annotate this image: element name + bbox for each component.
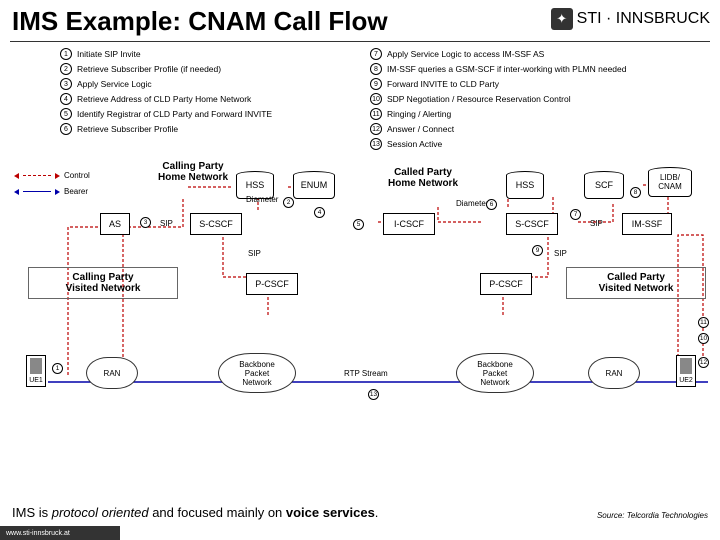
step-item: 11 Ringing / Alerting [370,108,660,120]
caption-row: IMS is protocol oriented and focused mai… [12,505,708,520]
label-called-visited: Called PartyVisited Network [566,267,706,299]
step-item: 5 Identify Registrar of CLD Party and For… [60,108,350,120]
step-marker-12: 12 [698,357,709,368]
node-enum: ENUM [293,171,335,199]
step-text: Retrieve Subscriber Profile (if needed) [77,64,221,74]
node-i-cscf: I-CSCF [383,213,435,235]
step-marker-1: 1 [52,363,63,374]
brand-logo: ✦ STI · INNSBRUCK [551,8,710,30]
label-diameter-1: Diameter [246,195,278,204]
node-ran-1: RAN [86,357,138,389]
node-ran-2: RAN [588,357,640,389]
step-item: 8 IM-SSF queries a GSM-SCF if inter-worki… [370,63,660,75]
label-called-home: Called PartyHome Network [373,165,473,191]
step-list: 1 Initiate SIP Invite 2 Retrieve Subscriber… [0,48,720,153]
step-number: 11 [370,108,382,120]
step-item: 13 Session Active [370,138,660,150]
step-marker-10: 10 [698,333,709,344]
step-text: Apply Service Logic [77,79,152,89]
node-ue2: UE2 [676,355,696,387]
step-item: 4 Retrieve Address of CLD Party Home Netw… [60,93,350,105]
node-p-cscf-2: P-CSCF [480,273,532,295]
step-item: 1 Initiate SIP Invite [60,48,350,60]
step-marker-8: 8 [630,187,641,198]
label-calling-visited: Calling PartyVisited Network [28,267,178,299]
node-as: AS [100,213,130,235]
label-calling-home: Calling PartyHome Network [143,159,243,185]
step-marker-13: 13 [368,389,379,400]
step-item: 10 SDP Negotiation / Resource Reservation… [370,93,660,105]
step-number: 4 [60,93,72,105]
flow-diagram: Control Bearer Calling PartyHome Network… [8,157,712,417]
node-im-ssf: IM-SSF [622,213,672,235]
running-icon: ✦ [551,8,573,30]
step-marker-5: 5 [353,219,364,230]
caption-text: IMS is protocol oriented and focused mai… [12,505,378,520]
step-marker-2: 2 [283,197,294,208]
step-marker-6: 6 [486,199,497,210]
step-marker-11: 11 [698,317,709,328]
step-number: 8 [370,63,382,75]
step-marker-7: 7 [570,209,581,220]
label-diameter-2: Diameter [456,199,488,208]
node-ue1: UE1 [26,355,46,387]
node-s-cscf-1: S-CSCF [190,213,242,235]
step-number: 5 [60,108,72,120]
label-sip-2: SIP [590,219,603,228]
step-number: 6 [60,123,72,135]
step-text: Forward INVITE to CLD Party [387,79,499,89]
step-marker-3: 3 [140,217,151,228]
step-text: Retrieve Subscriber Profile [77,124,178,134]
label-sip-1: SIP [160,219,173,228]
node-hss-2: HSS [506,171,544,199]
logo-text: STI · INNSBRUCK [577,10,710,28]
step-text: Answer / Connect [387,124,454,134]
step-marker-4: 4 [314,207,325,218]
legend-bearer: Bearer [14,187,88,196]
step-text: Identify Registrar of CLD Party and Forw… [77,109,272,119]
step-number: 13 [370,138,382,150]
step-item: 7 Apply Service Logic to access IM-SSF AS [370,48,660,60]
step-text: Apply Service Logic to access IM-SSF AS [387,49,544,59]
step-item: 6 Retrieve Subscriber Profile [60,123,350,135]
source-credit: Source: Telcordia Technologies [597,511,708,520]
step-text: Initiate SIP Invite [77,49,141,59]
label-rtp: RTP Stream [344,369,388,378]
footer-url: www.sti-innsbruck.at [0,526,120,540]
title-divider [10,41,710,42]
step-item: 9 Forward INVITE to CLD Party [370,78,660,90]
step-item: 2 Retrieve Subscriber Profile (if needed) [60,63,350,75]
node-s-cscf-2: S-CSCF [506,213,558,235]
step-text: Retrieve Address of CLD Party Home Netwo… [77,94,251,104]
label-sip-4: SIP [554,249,567,258]
node-backbone-2: BackbonePacketNetwork [456,353,534,393]
step-number: 7 [370,48,382,60]
node-backbone-1: BackbonePacketNetwork [218,353,296,393]
step-number: 2 [60,63,72,75]
node-p-cscf-1: P-CSCF [246,273,298,295]
label-sip-3: SIP [248,249,261,258]
step-text: SDP Negotiation / Resource Reservation C… [387,94,571,104]
step-text: Session Active [387,139,442,149]
step-marker-9: 9 [532,245,543,256]
legend-control: Control [14,171,90,180]
step-number: 9 [370,78,382,90]
step-text: IM-SSF queries a GSM-SCF if inter-workin… [387,64,627,74]
node-lidb: LIDB/CNAM [648,167,692,197]
step-text: Ringing / Alerting [387,109,451,119]
step-number: 12 [370,123,382,135]
node-scf: SCF [584,171,624,199]
step-number: 10 [370,93,382,105]
step-item: 12 Answer / Connect [370,123,660,135]
step-number: 3 [60,78,72,90]
step-number: 1 [60,48,72,60]
step-item: 3 Apply Service Logic [60,78,350,90]
